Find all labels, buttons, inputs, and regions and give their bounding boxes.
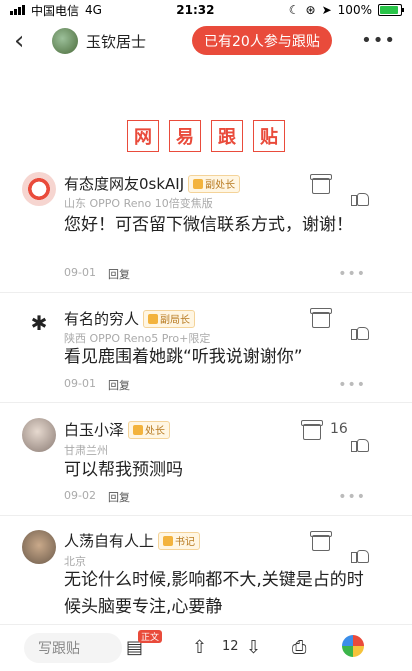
more-icon[interactable]: ••• [338,489,366,505]
status-bar: 中国电信 4G 21:32 ☾ ⊛ ➤ 100% [0,0,412,20]
comment-text[interactable]: 看见鹿围着她跳“听我说谢谢你” [64,344,372,371]
rank-badge: 书记 [158,531,201,550]
avatar[interactable]: ✱ [22,306,56,340]
avatar[interactable] [52,28,78,54]
comment-text[interactable]: 您好！可否留下微信联系方式，谢谢！ [64,212,372,239]
reply-button[interactable]: 回复 [108,377,130,393]
comment-item: 有态度网友0skAIJ 副处长 山东 OPPO Reno 10倍变焦版 您好！可… [0,170,412,293]
avatar[interactable] [22,172,56,206]
gift-icon[interactable]: ⎙ [292,637,306,658]
comment-meta: 甘肃兰州 [64,444,108,457]
comment-item: ✱ 有名的穷人 副局长 陕西 OPPO Reno5 Pro+限定 看见鹿围着她跳… [0,294,412,403]
share-icon[interactable] [342,635,364,657]
comment-time: 09-01 [64,377,96,390]
like-icon[interactable] [351,436,369,452]
avatar[interactable] [22,530,56,564]
comment-text[interactable]: 可以帮我预测吗 [64,457,372,484]
like-icon[interactable] [351,190,369,206]
gift-icon[interactable] [310,174,332,194]
article-tag: 正文 [138,630,163,643]
gift-icon[interactable] [301,420,323,440]
location-icon: ➤ [321,3,332,17]
rank-badge: 处长 [128,420,171,439]
participants-button[interactable]: 已有20人参与跟贴 [192,26,332,55]
lock-rotation-icon: ⊛ [305,3,316,17]
rank-badge: 副局长 [143,309,196,328]
network: 4G [85,3,102,17]
gift-icon[interactable] [310,531,332,551]
like-icon[interactable] [351,547,369,563]
bottom-bar: 写跟贴 ▤ 正文 ⇧ 12 ⇩ ⎙ [0,624,412,671]
banner-char: 跟 [211,120,243,152]
comment-author[interactable]: 白玉小泽 [64,419,124,440]
comment-author[interactable]: 有态度网友0skAIJ [64,173,184,194]
vote-count: 12 [222,639,239,654]
comment-author[interactable]: 人荡自有人上 [64,530,154,551]
more-icon[interactable]: ••• [338,266,366,282]
comment-text[interactable]: 无论什么时候,影响都不大,关键是占的时候头脑要专注,心要静 [64,567,372,621]
battery-icon [377,4,404,16]
author[interactable]: 玉钦居士 [52,28,146,54]
reply-button[interactable]: 回复 [108,489,130,505]
clock: 21:32 [176,3,215,17]
back-icon[interactable]: ‹ [14,28,38,54]
battery-percent: 100% [337,3,372,17]
moon-icon: ☾ [288,3,300,17]
avatar[interactable] [22,418,56,452]
comment-item: 人荡自有人上 书记 北京 无论什么时候,影响都不大,关键是占的时候头脑要专注,心… [0,516,412,626]
comment-time: 09-01 [64,266,96,279]
rank-badge: 副处长 [188,174,241,193]
carrier: 中国电信 [31,3,80,18]
like-icon[interactable] [351,324,369,340]
banner-char: 易 [169,120,201,152]
gift-icon[interactable] [310,308,332,328]
comment-input[interactable]: 写跟贴 [24,633,122,663]
comment-meta: 山东 OPPO Reno 10倍变焦版 [64,197,213,210]
comment-time: 09-02 [64,489,96,502]
more-icon[interactable]: ••• [338,377,366,393]
comment-author[interactable]: 有名的穷人 [64,308,139,329]
like-count: 16 [330,421,348,437]
banner-char: 贴 [253,120,285,152]
more-icon[interactable]: ••• [361,30,396,51]
downvote-icon[interactable]: ⇩ [246,637,261,658]
banner-char: 网 [127,120,159,152]
nav-bar: ‹ 玉钦居士 已有20人参与跟贴 ••• [0,20,412,62]
author-name[interactable]: 玉钦居士 [86,31,146,52]
comment-item: 白玉小泽 处长 甘肃兰州 可以帮我预测吗 09-02 回复 ••• 16 [0,403,412,516]
reply-button[interactable]: 回复 [108,266,130,282]
upvote-icon[interactable]: ⇧ [192,637,207,658]
section-banner: 网 易 跟 贴 [0,120,412,152]
signal-icon [10,5,25,15]
